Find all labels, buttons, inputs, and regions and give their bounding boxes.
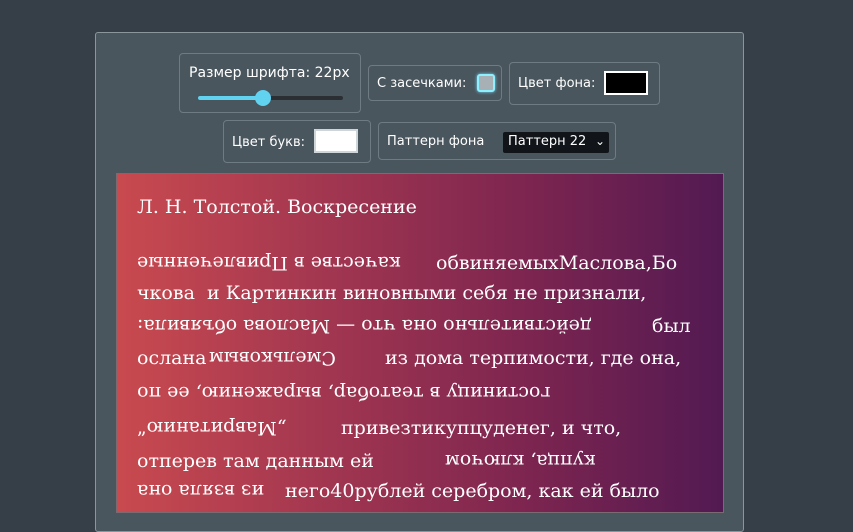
text-line: „Мавританию“ привезтикупцуденег, и что, bbox=[137, 417, 703, 445]
text-segment: из дома терпимости, где она, bbox=[385, 347, 682, 369]
text-line: отперев там данным ей купца, ключом bbox=[137, 450, 703, 478]
text-segment: и Картинкин виновными себя не признали, bbox=[207, 282, 647, 304]
text-segment-flipped: купца, ключом bbox=[445, 450, 596, 472]
text-segment-flipped: качестве в Привлеченные bbox=[137, 252, 401, 274]
text-segment: чкова bbox=[137, 282, 195, 304]
text-segment: отперев там данным ей bbox=[137, 450, 374, 472]
font-size-slider-thumb[interactable] bbox=[255, 90, 272, 106]
text-segment: качестве в Привлеченные bbox=[137, 252, 401, 274]
text-title: Л. Н. Толстой. Воскресение bbox=[137, 196, 417, 218]
text-segment: ослана bbox=[137, 347, 207, 369]
letter-color-picker[interactable] bbox=[314, 129, 358, 153]
serif-label: С засечками: bbox=[377, 76, 467, 91]
text-segment: обвиняемыхМаслова,Бо bbox=[436, 252, 678, 274]
font-size-label: Размер шрифта: 22px bbox=[189, 65, 350, 81]
text-segment-flipped: „Мавританию“ bbox=[137, 417, 287, 439]
text-segment: Смельковым bbox=[209, 347, 336, 369]
bg-color-label: Цвет фона: bbox=[518, 76, 596, 91]
letter-color-label: Цвет букв: bbox=[232, 135, 306, 150]
serif-checkbox[interactable] bbox=[477, 74, 495, 92]
pattern-control: Паттерн фона Паттерн 22 ⌄ bbox=[378, 122, 616, 160]
font-size-slider[interactable] bbox=[198, 90, 343, 106]
text-segment: гостиницу в театобар, выражению, ее по bbox=[137, 382, 550, 404]
text-segment-flipped: Смельковым bbox=[209, 347, 336, 369]
text-line: гостиницу в театобар, выражению, ее по bbox=[137, 382, 703, 410]
serif-control: С засечками: bbox=[368, 65, 502, 101]
text-segment: купца, ключом bbox=[445, 450, 596, 472]
bg-color-picker[interactable] bbox=[604, 71, 648, 95]
bg-color-control: Цвет фона: bbox=[509, 62, 660, 105]
pattern-select[interactable]: Паттерн 22 ⌄ bbox=[503, 132, 609, 153]
text-segment: него40рублей серебром, как ей было bbox=[285, 480, 660, 502]
text-segment-flipped: гостиницу в театобар, выражению, ее по bbox=[137, 382, 551, 404]
font-size-control: Размер шрифта: 22px bbox=[179, 53, 361, 113]
text-segment: привезтикупцуденег, и что, bbox=[341, 417, 622, 439]
letter-color-control: Цвет букв: bbox=[223, 120, 371, 163]
font-size-slider-fill bbox=[198, 96, 264, 100]
pattern-label: Паттерн фона bbox=[387, 134, 485, 149]
text-line: из взяла она него40рублей серебром, как … bbox=[137, 480, 703, 508]
text-segment: был bbox=[652, 315, 691, 337]
text-segment: из взяла она bbox=[137, 480, 264, 502]
text-line: качестве в Привлеченные обвиняемыхМаслов… bbox=[137, 252, 703, 280]
text-segment: действительно она что — Маслова объявила… bbox=[137, 315, 592, 337]
text-line: ослана Смельковым из дома терпимости, гд… bbox=[137, 347, 703, 375]
text-line: действительно она что — Маслова объявила… bbox=[137, 315, 703, 343]
text-segment-flipped: из взяла она bbox=[137, 480, 264, 502]
chevron-down-icon: ⌄ bbox=[594, 134, 605, 148]
text-segment-flipped: действительно она что — Маслова объявила… bbox=[137, 315, 592, 337]
pattern-select-value: Паттерн 22 bbox=[508, 134, 587, 149]
text-segment: „Мавританию“ bbox=[137, 417, 287, 439]
reading-area: Л. Н. Толстой. Воскресение качестве в Пр… bbox=[116, 173, 724, 513]
text-line: чкова и Картинкин виновными себя не приз… bbox=[137, 282, 703, 310]
